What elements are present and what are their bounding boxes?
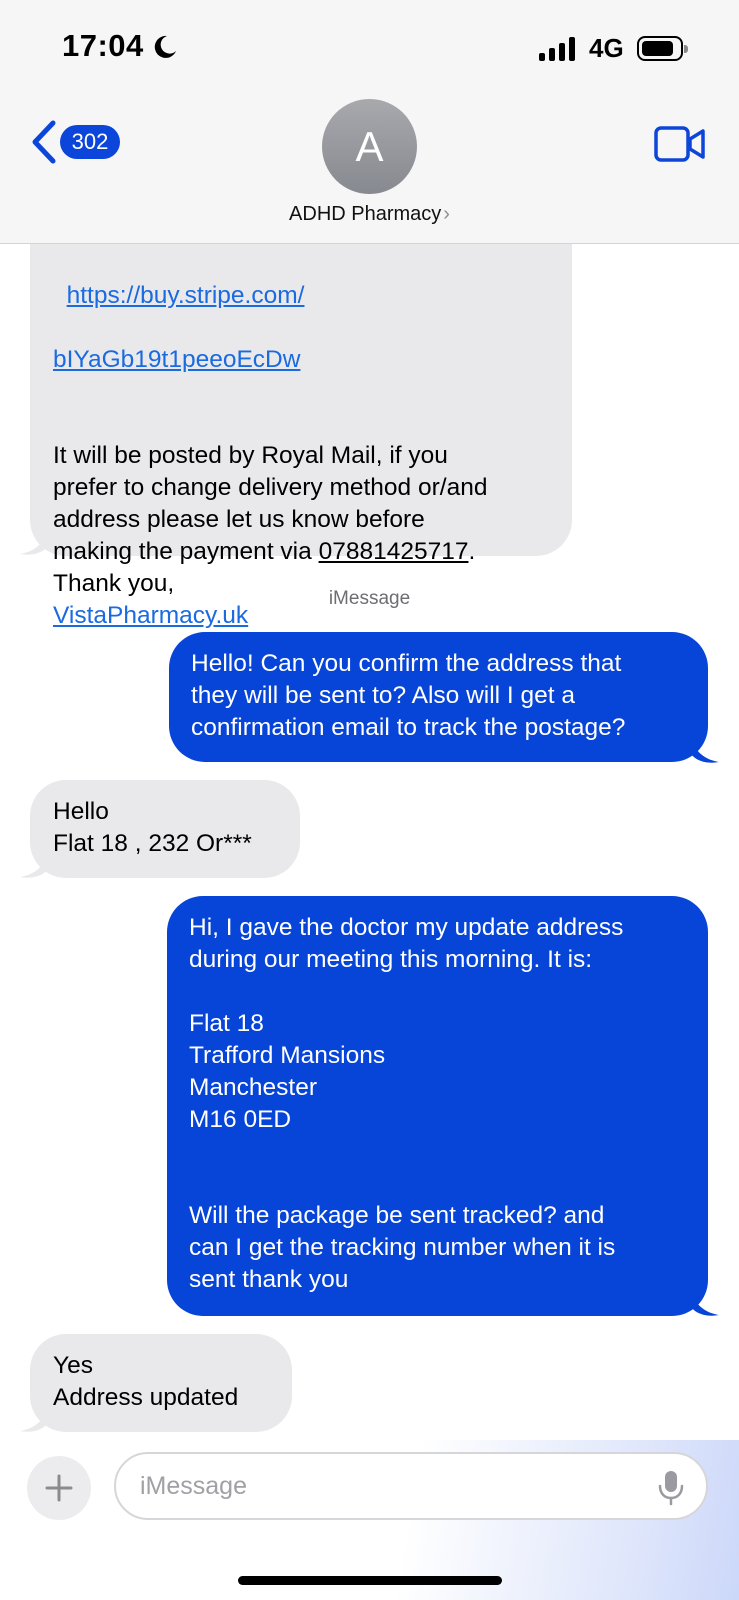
contact-name: ADHD Pharmacy	[289, 203, 442, 225]
contact-avatar[interactable]: A	[322, 99, 417, 194]
service-label: iMessage	[328, 588, 411, 609]
bubble-tail	[20, 1409, 48, 1432]
microphone-icon[interactable]	[658, 1470, 684, 1506]
unread-count-badge[interactable]: 302	[60, 125, 120, 159]
conversation-header: 17:04 4G 302 A ADHD Pharmacy ›	[0, 0, 739, 244]
cellular-signal-icon	[539, 37, 579, 61]
status-time: 17:04	[62, 28, 144, 63]
message-outgoing[interactable]: Hi, I gave the doctor my update address …	[167, 896, 708, 1316]
stripe-link-cont[interactable]: bIYaGb19t1peeoEcDw	[53, 346, 300, 373]
contact-name-button[interactable]: ADHD Pharmacy ›	[0, 203, 739, 226]
plus-icon	[45, 1474, 73, 1502]
message-outgoing[interactable]: Hello! Can you confirm the address that …	[169, 632, 708, 762]
chevron-right-icon: ›	[443, 203, 450, 225]
message-input[interactable]: iMessage	[114, 1452, 708, 1520]
moon-icon	[154, 35, 176, 58]
bubble-tail	[20, 532, 48, 555]
home-indicator	[238, 1576, 502, 1585]
message-input-placeholder: iMessage	[140, 1472, 247, 1500]
bubble-tail	[20, 855, 48, 878]
network-type: 4G	[589, 33, 624, 63]
bubble-tail	[691, 1293, 719, 1316]
message-incoming[interactable]: https://buy.stripe.com/ bIYaGb19t1peeoEc…	[30, 200, 572, 629]
stripe-link[interactable]: https://buy.stripe.com/	[67, 282, 305, 309]
video-camera-icon[interactable]	[654, 126, 706, 162]
message-incoming[interactable]: Yes Address updated	[30, 1334, 292, 1432]
phone-number-link[interactable]: 07881425717	[319, 538, 469, 565]
back-chevron-icon[interactable]	[28, 119, 58, 165]
plus-button[interactable]	[27, 1456, 91, 1520]
bubble-tail	[691, 740, 719, 763]
battery-icon	[637, 36, 688, 61]
message-incoming[interactable]: Hello Flat 18 , 232 Or***	[30, 780, 300, 878]
